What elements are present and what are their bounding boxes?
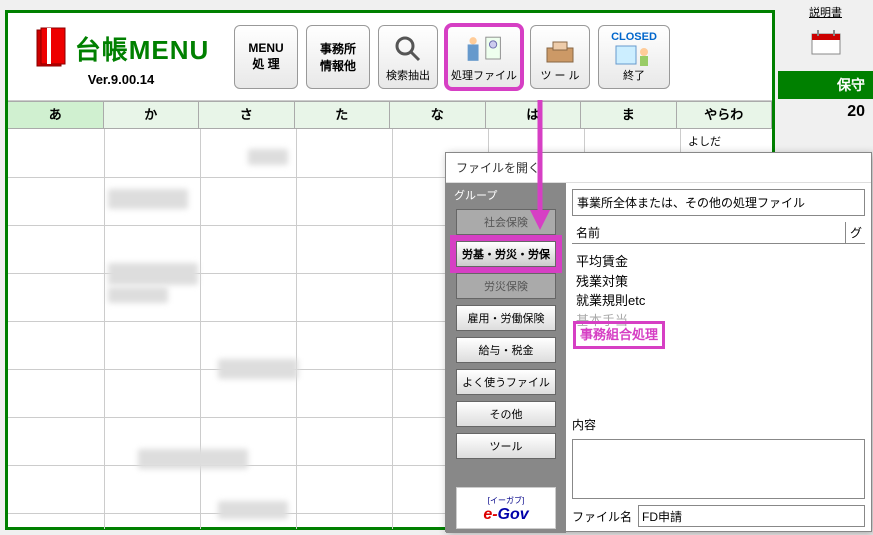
content-label: 内容 <box>572 416 865 433</box>
maintenance-label: 保守 <box>778 71 873 99</box>
search-button[interactable]: 検索抽出 <box>378 25 438 89</box>
process-file-button[interactable]: 処理ファイル <box>446 25 522 89</box>
kana-tab-ta[interactable]: た <box>295 102 391 128</box>
kana-tab-ma[interactable]: ま <box>581 102 677 128</box>
kana-tab-a[interactable]: あ <box>8 102 104 128</box>
menu-process-button[interactable]: MENU 処 理 <box>234 25 298 89</box>
egov-button[interactable]: [イーガブ] e-Gov <box>456 487 556 529</box>
kana-tab-sa[interactable]: さ <box>199 102 295 128</box>
grid-cell-text: よしだ <box>688 133 721 149</box>
group-workers-comp[interactable]: 労災保険 <box>456 273 556 299</box>
file-open-dialog: ファイルを開く グループ 社会保険 労基・労災・労保 労災保険 雇用・労働保険 … <box>445 152 872 532</box>
dialog-title: ファイルを開く <box>446 153 871 183</box>
toolbox-icon <box>540 31 580 67</box>
app-title: 台帳MENU <box>75 30 210 67</box>
group-employment-insurance[interactable]: 雇用・労働保険 <box>456 305 556 331</box>
kana-tab-yarawa[interactable]: やらわ <box>677 102 773 128</box>
group-panel: グループ 社会保険 労基・労災・労保 労災保険 雇用・労働保険 給与・税金 よく… <box>446 183 566 533</box>
kana-tab-na[interactable]: な <box>390 102 486 128</box>
list-header: 名前 グ <box>572 222 865 244</box>
office-info-button[interactable]: 事務所 情報他 <box>306 25 370 89</box>
group-frequent-files[interactable]: よく使うファイル <box>456 369 556 395</box>
group-labor-standards[interactable]: 労基・労災・労保 <box>456 241 556 267</box>
file-item-highlighted[interactable]: 事務組合処理 <box>576 324 662 346</box>
group-other[interactable]: その他 <box>456 401 556 427</box>
col-name: 名前 <box>572 222 845 243</box>
logo-block: 台帳MENU Ver.9.00.14 <box>16 26 226 87</box>
group-payroll-tax[interactable]: 給与・税金 <box>456 337 556 363</box>
group-tools[interactable]: ツール <box>456 433 556 459</box>
file-item[interactable]: 就業規則etc <box>576 291 861 311</box>
tool-button[interactable]: ツ ー ル <box>530 25 590 89</box>
file-list-panel: 事業所全体または、その他の処理ファイル 名前 グ 平均賃金 残業対策 就業規則e… <box>566 183 871 533</box>
exit-icon <box>614 43 654 67</box>
year-value: 20 <box>778 99 873 125</box>
group-panel-label: グループ <box>446 187 497 203</box>
content-box <box>572 439 865 499</box>
ledger-icon <box>33 26 69 70</box>
exit-button[interactable]: CLOSED 終了 <box>598 25 670 89</box>
annotation-arrow-icon <box>530 100 550 230</box>
context-description: 事業所全体または、その他の処理ファイル <box>572 189 865 216</box>
closed-label: CLOSED <box>611 31 657 43</box>
kana-tabs: あ か さ た な は ま やらわ <box>8 101 772 129</box>
version-label: Ver.9.00.14 <box>88 72 155 87</box>
filename-input[interactable] <box>638 505 865 527</box>
manual-link[interactable]: 説明書 <box>778 0 873 24</box>
kana-tab-ka[interactable]: か <box>104 102 200 128</box>
col-group: グ <box>845 222 865 243</box>
file-list[interactable]: 平均賃金 残業対策 就業規則etc 基本手当 事務組合処理 <box>572 250 865 348</box>
file-item[interactable]: 平均賃金 <box>576 252 861 272</box>
magnifier-icon <box>388 31 428 67</box>
toolbar: 台帳MENU Ver.9.00.14 MENU 処 理 事務所 情報他 検索抽出 <box>8 13 772 101</box>
person-file-icon <box>464 31 504 67</box>
filename-label: ファイル名 <box>572 508 632 525</box>
file-item[interactable]: 残業対策 <box>576 272 861 292</box>
calendar-icon[interactable] <box>778 28 873 59</box>
